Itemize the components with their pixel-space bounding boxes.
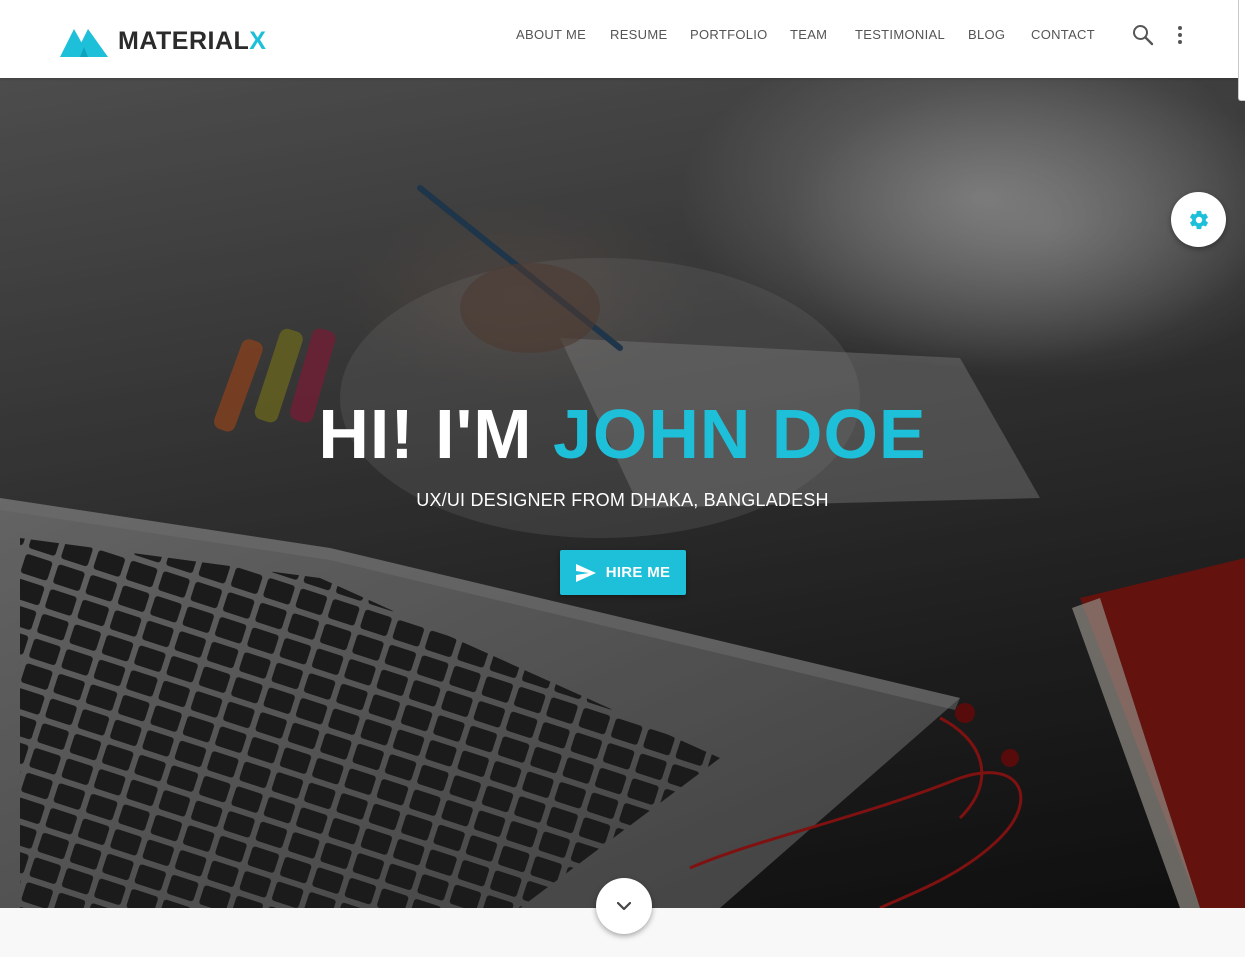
hero-title-name: JOHN DOE xyxy=(553,395,927,473)
nav-item-blog[interactable]: BLOG xyxy=(968,27,1005,42)
hire-me-label: HIRE ME xyxy=(605,564,671,581)
hero-title-prefix: HI! I'M xyxy=(318,395,533,473)
main-nav: ABOUT ME RESUME PORTFOLIO TEAM TESTIMONI… xyxy=(0,0,1245,70)
search-icon[interactable] xyxy=(1132,24,1154,51)
site-header: MATERIALX ABOUT ME RESUME PORTFOLIO TEAM… xyxy=(0,0,1245,78)
nav-item-contact[interactable]: CONTACT xyxy=(1031,27,1095,42)
more-vertical-icon[interactable] xyxy=(1172,24,1188,51)
nav-item-about-me[interactable]: ABOUT ME xyxy=(516,27,586,42)
hero-title: HI! I'M JOHN DOE xyxy=(0,396,1245,472)
hero-subtitle: UX/UI DESIGNER FROM DHAKA, BANGLADESH xyxy=(416,490,829,510)
gear-icon xyxy=(1189,210,1208,229)
settings-button[interactable] xyxy=(1171,192,1226,247)
hire-me-button[interactable]: HIRE ME xyxy=(560,550,686,595)
chevron-down-icon xyxy=(616,901,632,911)
send-icon xyxy=(575,563,596,582)
scroll-down-button[interactable] xyxy=(596,878,652,934)
nav-item-resume[interactable]: RESUME xyxy=(610,27,667,42)
nav-item-testimonial[interactable]: TESTIMONIAL xyxy=(855,27,945,42)
hero-section: HI! I'M JOHN DOE UX/UI DESIGNER FROM DHA… xyxy=(0,78,1245,908)
scrollbar[interactable] xyxy=(1238,0,1245,101)
nav-item-portfolio[interactable]: PORTFOLIO xyxy=(690,27,768,42)
nav-item-team[interactable]: TEAM xyxy=(790,27,827,42)
